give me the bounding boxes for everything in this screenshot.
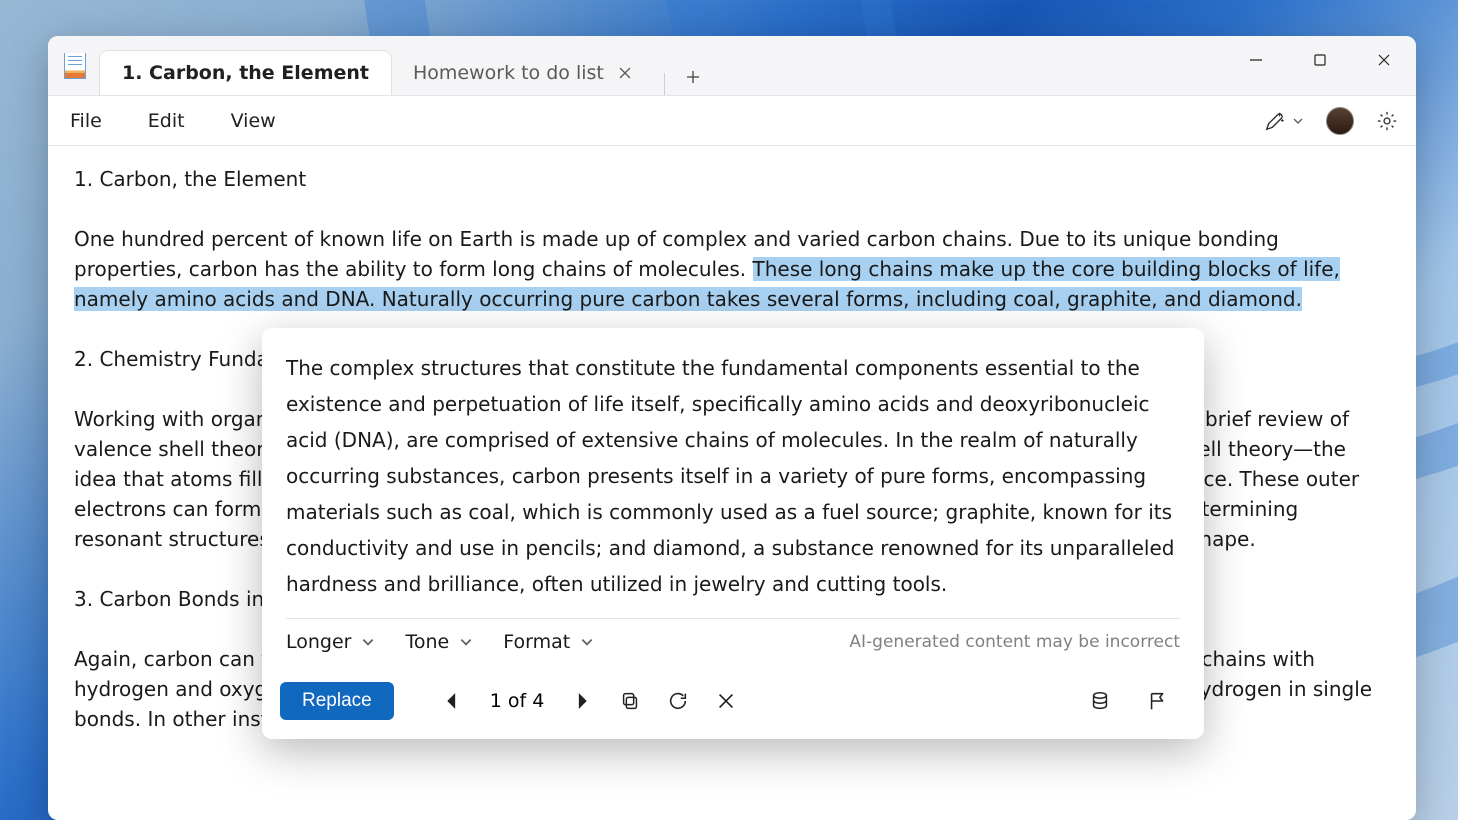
chevron-down-icon [580,635,594,649]
feedback-button[interactable] [1138,681,1178,721]
suggestion-counter: 1 of 4 [480,690,555,712]
replace-button[interactable]: Replace [280,682,394,720]
ai-suggestion-text: The complex structures that constitute t… [286,350,1180,602]
tone-label: Tone [405,631,449,653]
menu-file[interactable]: File [70,110,102,132]
paragraph-1: One hundred percent of known life on Ear… [74,224,1390,314]
tab-strip: 1. Carbon, the Element Homework to do li… [100,36,1416,95]
format-label: Format [503,631,570,653]
minimize-button[interactable] [1224,36,1288,84]
copy-button[interactable] [610,681,650,721]
prev-suggestion-button[interactable] [432,681,472,721]
menu-view[interactable]: View [231,110,276,132]
tab-title: Homework to do list [413,62,604,84]
length-label: Longer [286,631,351,653]
menu-edit[interactable]: Edit [148,110,185,132]
close-tab-icon[interactable] [618,66,632,80]
notepad-icon [64,53,86,79]
add-tab-button[interactable] [675,59,711,95]
close-window-button[interactable] [1352,36,1416,84]
format-control[interactable]: Format [503,631,594,653]
user-avatar[interactable] [1326,107,1354,135]
heading-1: 1. Carbon, the Element [74,164,1390,194]
tab-inactive[interactable]: Homework to do list [391,51,654,95]
tab-active[interactable]: 1. Carbon, the Element [100,51,391,95]
ai-disclaimer: AI-generated content may be incorrect [849,632,1180,652]
history-button[interactable] [1080,681,1120,721]
ai-rewrite-popup: The complex structures that constitute t… [262,328,1204,739]
regenerate-button[interactable] [658,681,698,721]
chevron-down-icon [361,635,375,649]
menubar: File Edit View [48,96,1416,146]
chevron-down-icon [1292,115,1304,127]
tone-control[interactable]: Tone [405,631,473,653]
titlebar: 1. Carbon, the Element Homework to do li… [48,36,1416,96]
tab-separator [664,73,665,95]
maximize-button[interactable] [1288,36,1352,84]
ai-rewrite-button[interactable] [1264,110,1304,132]
length-control[interactable]: Longer [286,631,375,653]
tab-title: 1. Carbon, the Element [122,62,369,84]
next-suggestion-button[interactable] [562,681,602,721]
window-controls [1224,36,1416,95]
chevron-down-icon [459,635,473,649]
dismiss-button[interactable] [706,681,746,721]
settings-button[interactable] [1376,110,1398,132]
